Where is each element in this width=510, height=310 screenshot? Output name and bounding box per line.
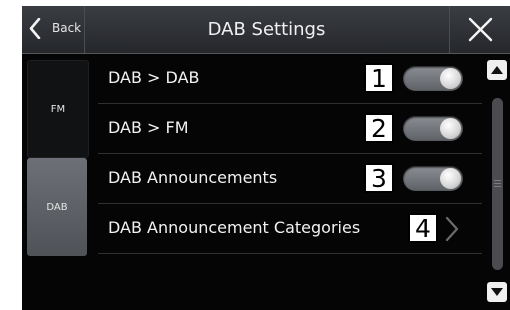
dab-dab-toggle[interactable] — [403, 66, 463, 91]
setting-row-dab-announcement-categories[interactable]: DAB Announcement Categories 4 — [98, 204, 482, 254]
dab-settings-screen: Back DAB Settings FM DAB DAB > DAB 1 DAB… — [22, 6, 510, 310]
scroll-up-button[interactable] — [487, 60, 507, 80]
back-button[interactable]: Back — [22, 6, 85, 53]
toggle-knob — [440, 118, 461, 139]
tab-dab[interactable]: DAB — [27, 158, 87, 256]
setting-row-dab-dab[interactable]: DAB > DAB 1 — [98, 54, 482, 104]
setting-label: DAB > DAB — [108, 68, 200, 87]
page-title: DAB Settings — [207, 19, 326, 40]
setting-label: DAB Announcements — [108, 168, 278, 187]
setting-label: DAB Announcement Categories — [108, 218, 361, 237]
dab-fm-toggle[interactable] — [403, 116, 463, 141]
setting-label: DAB > FM — [108, 118, 189, 137]
toggle-knob — [440, 68, 461, 89]
setting-row-dab-announcements[interactable]: DAB Announcements 3 — [98, 154, 482, 204]
scroll-grip — [494, 180, 501, 181]
scroll-up-icon — [491, 66, 503, 74]
close-icon — [468, 17, 493, 42]
callout-badge: 1 — [364, 63, 394, 93]
settings-list: DAB > DAB 1 DAB > FM 2 DAB Announcements… — [98, 54, 482, 310]
toggle-knob — [440, 168, 461, 189]
callout-badge: 4 — [408, 213, 438, 243]
callout-badge: 3 — [364, 163, 394, 193]
scrollbar — [483, 54, 510, 310]
scroll-track[interactable] — [492, 98, 503, 270]
back-label: Back — [52, 21, 82, 35]
setting-row-dab-fm[interactable]: DAB > FM 2 — [98, 104, 482, 154]
source-sidebar: FM DAB — [22, 54, 89, 310]
dab-announcements-toggle[interactable] — [403, 166, 463, 191]
callout-badge: 2 — [364, 113, 394, 143]
scroll-down-button[interactable] — [487, 282, 507, 302]
tab-fm[interactable]: FM — [27, 60, 89, 158]
scroll-down-icon — [491, 288, 503, 296]
close-button[interactable] — [449, 6, 510, 53]
chevron-right-icon — [445, 216, 459, 242]
chevron-left-icon — [29, 18, 41, 39]
top-bar: Back DAB Settings — [22, 6, 510, 54]
